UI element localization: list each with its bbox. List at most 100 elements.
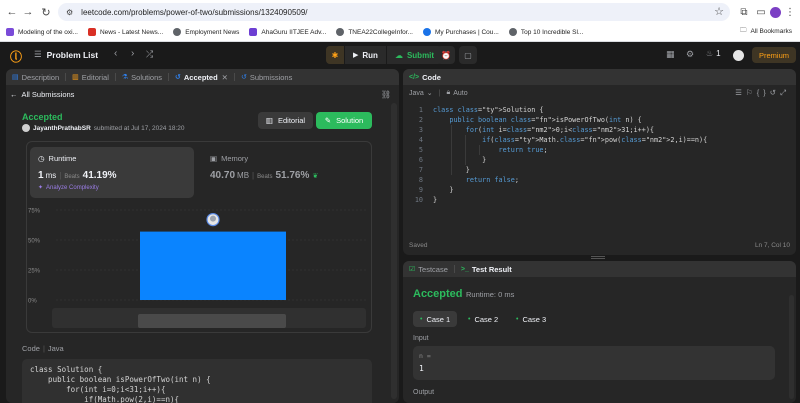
left-tabbar: ▤ Description ▥ Editorial ⚗ Solutions ↺ Acce… [6, 69, 399, 85]
panel-resize-handle[interactable] [591, 256, 605, 259]
code-editor[interactable]: 1 class class="ty">Solution {2 public boo… [403, 105, 796, 235]
fullscreen-icon[interactable]: ⤢ [780, 88, 790, 97]
tab-label: Solutions [131, 72, 163, 82]
bookmark-item[interactable]: My Purchases | Cou... [423, 28, 499, 36]
link-icon[interactable]: ⛓ [381, 90, 391, 99]
layout-icon[interactable]: ▦ [666, 49, 675, 60]
run-button[interactable]: ▶ Run [344, 46, 386, 64]
reload-icon[interactable]: ↻ [38, 4, 54, 20]
problem-list-link[interactable]: ☰ Problem List [34, 49, 98, 60]
all-submissions-link[interactable]: ← All Submissions [10, 90, 74, 99]
all-bookmarks[interactable]: 🗀 All Bookmarks [740, 26, 792, 37]
close-tab-icon[interactable]: ✕ [222, 73, 228, 82]
tab-label: Submissions [249, 72, 293, 82]
tab-label: Accepted [183, 72, 218, 82]
case-tab-2[interactable]: • Case 2 [461, 311, 505, 327]
language-select[interactable]: Java ⌄ [409, 89, 433, 98]
notes-button[interactable]: ▢ [459, 46, 477, 64]
site-info-icon[interactable]: ⚙ [66, 8, 73, 17]
bookmark-favicon-icon [87, 28, 96, 36]
chart-range-selector[interactable] [138, 314, 286, 328]
profile-avatar[interactable] [767, 4, 783, 20]
bookmark-item[interactable]: News - Latest News... [87, 28, 163, 36]
editorial-button[interactable]: ▥ Editorial [258, 112, 313, 129]
result-tabbar: ☑ Testcase >_ Test Result [403, 261, 796, 277]
streak-counter[interactable]: ♨ 1 [706, 49, 721, 58]
reset-icon[interactable]: ↺ [770, 88, 780, 97]
chevron-left-icon[interactable]: ‹ [114, 48, 117, 59]
submitter-avatar[interactable] [22, 124, 30, 132]
globe-icon [336, 28, 345, 36]
y-tick-label: 0% [28, 299, 37, 305]
bookmark-item[interactable]: AhaGuru IITJEE Adv... [249, 28, 326, 36]
bookmark-favicon-icon [423, 28, 431, 36]
description-icon: ▤ [12, 74, 19, 81]
scrollbar[interactable] [391, 103, 397, 399]
settings-gear-icon[interactable]: ⚙ [686, 49, 694, 60]
browser-chrome: ← → ↻ ⚙ leetcode.com/problems/power-of-t… [0, 0, 800, 42]
tab-editorial[interactable]: ▥ Editorial [72, 73, 109, 82]
back-icon[interactable]: ← [4, 4, 20, 20]
case-tab-3[interactable]: • Case 3 [509, 311, 553, 327]
line-number: 2 [418, 116, 423, 124]
tab-label: Description [21, 72, 60, 82]
line-number: 1 [418, 106, 423, 114]
timer-button[interactable]: ⏰ [437, 46, 455, 64]
braces-icon[interactable]: {} [757, 88, 770, 97]
solution-button[interactable]: ✎ Solution [316, 112, 372, 129]
shuffle-icon[interactable]: ⤮ [146, 49, 153, 60]
runtime-card[interactable]: ◷ Runtime 1 ms | Beats 41.19% ✦ Analyze Co… [30, 147, 194, 198]
bookmark-label: Top 10 Incredible Sl... [520, 28, 584, 36]
tab-description[interactable]: ▤ Description [12, 73, 59, 82]
scrollbar[interactable] [789, 295, 794, 399]
forward-icon[interactable]: → [20, 4, 36, 20]
lock-icon: 🔒︎ [446, 89, 451, 96]
chevron-right-icon[interactable]: › [131, 48, 134, 59]
address-bar[interactable]: ⚙ leetcode.com/problems/power-of-two/sub… [58, 3, 730, 21]
line-number: 10 [414, 196, 423, 204]
case-label: Case 2 [474, 314, 499, 324]
memory-beats: 51.76% [275, 170, 310, 181]
flame-icon: ♨ [706, 49, 714, 58]
format-icon[interactable]: ☰ [735, 88, 746, 97]
bookmark-icon[interactable]: ⚐ [746, 88, 757, 97]
user-avatar-marker-head [210, 215, 216, 222]
tab-test-result[interactable]: >_ Test Result [461, 265, 512, 274]
auto-mode-toggle[interactable]: 🔒︎ Auto [447, 89, 468, 97]
extensions-icon[interactable]: ⧉ [736, 4, 752, 20]
line-number: 4 [418, 136, 423, 144]
runtime-bar[interactable] [140, 231, 286, 300]
debug-button[interactable]: ✱ [326, 46, 344, 64]
bookmark-item[interactable]: TNEA22CollegeInfor... [336, 28, 413, 36]
memory-card[interactable]: ▣ Memory 40.70 MB | Beats 51.76% ❦ [202, 147, 366, 198]
line-number: 7 [418, 166, 423, 174]
divider: | [59, 171, 62, 180]
checkbox-icon: ☑ [409, 266, 416, 273]
tab-testcase[interactable]: ☑ Testcase [409, 265, 448, 274]
bookmark-star-icon[interactable]: ☆ [714, 5, 724, 18]
submitter-name[interactable]: JayanthPrathabSR [33, 125, 91, 132]
language-label: Java [409, 89, 424, 97]
divider: | [438, 89, 441, 97]
menu-icon[interactable]: ⋮ [782, 4, 798, 20]
tab-code[interactable]: </> Code [409, 73, 441, 82]
submission-panel: ▤ Description ▥ Editorial ⚗ Solutions ↺ Acce… [6, 69, 399, 403]
memory-label: Memory [221, 154, 249, 163]
submit-button[interactable]: ☁ Submit [385, 46, 442, 64]
tab-submissions[interactable]: ↺ Submissions [241, 73, 292, 82]
run-submit-group: ✱ ▶ Run ☁ Submit [326, 46, 443, 64]
premium-button[interactable]: Premium [752, 47, 796, 63]
indent-guide [451, 125, 452, 175]
tab-solutions[interactable]: ⚗ Solutions [122, 73, 162, 82]
tab-accepted[interactable]: ↺ Accepted ✕ [175, 73, 228, 82]
submit-label: Submit [406, 50, 435, 60]
bookmark-item[interactable]: Top 10 Incredible Sl... [508, 28, 584, 36]
user-avatar[interactable] [733, 50, 744, 61]
y-tick-label: 50% [28, 239, 41, 245]
bookmark-item[interactable]: Employment News [173, 28, 239, 36]
analyze-complexity-link[interactable]: ✦ Analyze Complexity [38, 184, 99, 191]
case-tab-1[interactable]: • Case 1 [413, 311, 458, 327]
bookmark-item[interactable]: Modeling of the oxi... [6, 28, 78, 36]
leetcode-logo-icon[interactable]: ⓛ [10, 48, 22, 64]
globe-icon [508, 28, 517, 36]
